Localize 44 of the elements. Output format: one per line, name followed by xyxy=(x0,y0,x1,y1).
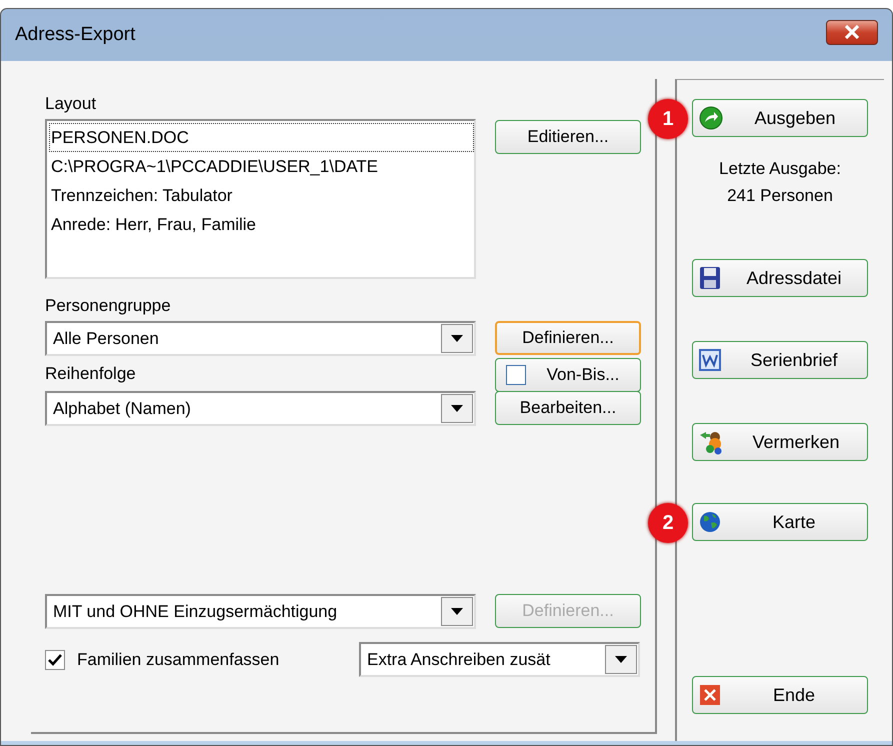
callout-badge: 2 xyxy=(648,503,688,543)
cross-square-icon xyxy=(699,684,721,706)
action-button[interactable]: Karte xyxy=(692,503,868,541)
dropdown-button[interactable] xyxy=(605,645,637,674)
close-icon xyxy=(844,25,860,39)
action-button[interactable]: Ausgeben xyxy=(692,99,868,137)
action-button[interactable]: Adressdatei xyxy=(692,259,868,297)
button[interactable]: Definieren... xyxy=(495,321,641,355)
combo-box[interactable]: Alphabet (Namen) xyxy=(45,391,476,426)
list-item[interactable]: PERSONEN.DOC xyxy=(49,123,474,152)
dropdown-arrow-icon xyxy=(451,608,463,615)
status-text: Letzte Ausgabe: xyxy=(718,158,842,180)
checkbox[interactable] xyxy=(45,650,65,670)
list-item[interactable]: Trennzeichen: Tabulator xyxy=(49,181,474,210)
checkbox[interactable] xyxy=(506,365,526,385)
callout-badge: 1 xyxy=(648,99,688,139)
action-button[interactable]: Serienbrief xyxy=(692,341,868,379)
combo-box[interactable]: Extra Anschreiben zusät xyxy=(359,642,640,677)
order-label: Reihenfolge xyxy=(45,363,137,385)
list-item[interactable]: Anrede: Herr, Frau, Familie xyxy=(49,210,474,239)
dropdown-arrow-icon xyxy=(451,405,463,412)
dropdown-button[interactable] xyxy=(441,597,473,626)
document-w-icon xyxy=(699,349,721,371)
action-button[interactable]: Vermerken xyxy=(692,423,868,461)
window-title: Adress-Export xyxy=(15,22,136,47)
status-text: 241 Personen xyxy=(726,185,834,207)
group-label: Personengruppe xyxy=(45,295,172,317)
arrow-circle-icon xyxy=(699,106,723,130)
button[interactable]: Editieren... xyxy=(495,120,641,154)
layout-list[interactable]: PERSONEN.DOC C:\PROGRA~1\PCCADDIE\USER_1\DATE Trennzeichen: Tabulator Anrede: Herr, Frau, Familie xyxy=(45,119,476,279)
dropdown-button[interactable] xyxy=(441,394,473,423)
close-button[interactable] xyxy=(826,20,878,44)
dropdown-button[interactable] xyxy=(441,324,473,353)
dropdown-arrow-icon xyxy=(615,656,627,663)
action-button[interactable]: Ende xyxy=(692,676,868,714)
layout-label: Layout xyxy=(45,93,98,115)
checkbox-label: Familien zusammenfassen xyxy=(77,648,280,671)
dropdown-arrow-icon xyxy=(451,335,463,342)
von-bis-button[interactable]: Von-Bis... xyxy=(495,358,641,392)
combo-box[interactable]: Alle Personen xyxy=(45,321,476,356)
button[interactable]: Bearbeiten... xyxy=(495,391,641,425)
combo-box[interactable]: MIT und OHNE Einzugsermächtigung xyxy=(45,594,476,629)
list-item[interactable]: C:\PROGRA~1\PCCADDIE\USER_1\DATE xyxy=(49,152,474,181)
globe-icon xyxy=(699,511,721,533)
